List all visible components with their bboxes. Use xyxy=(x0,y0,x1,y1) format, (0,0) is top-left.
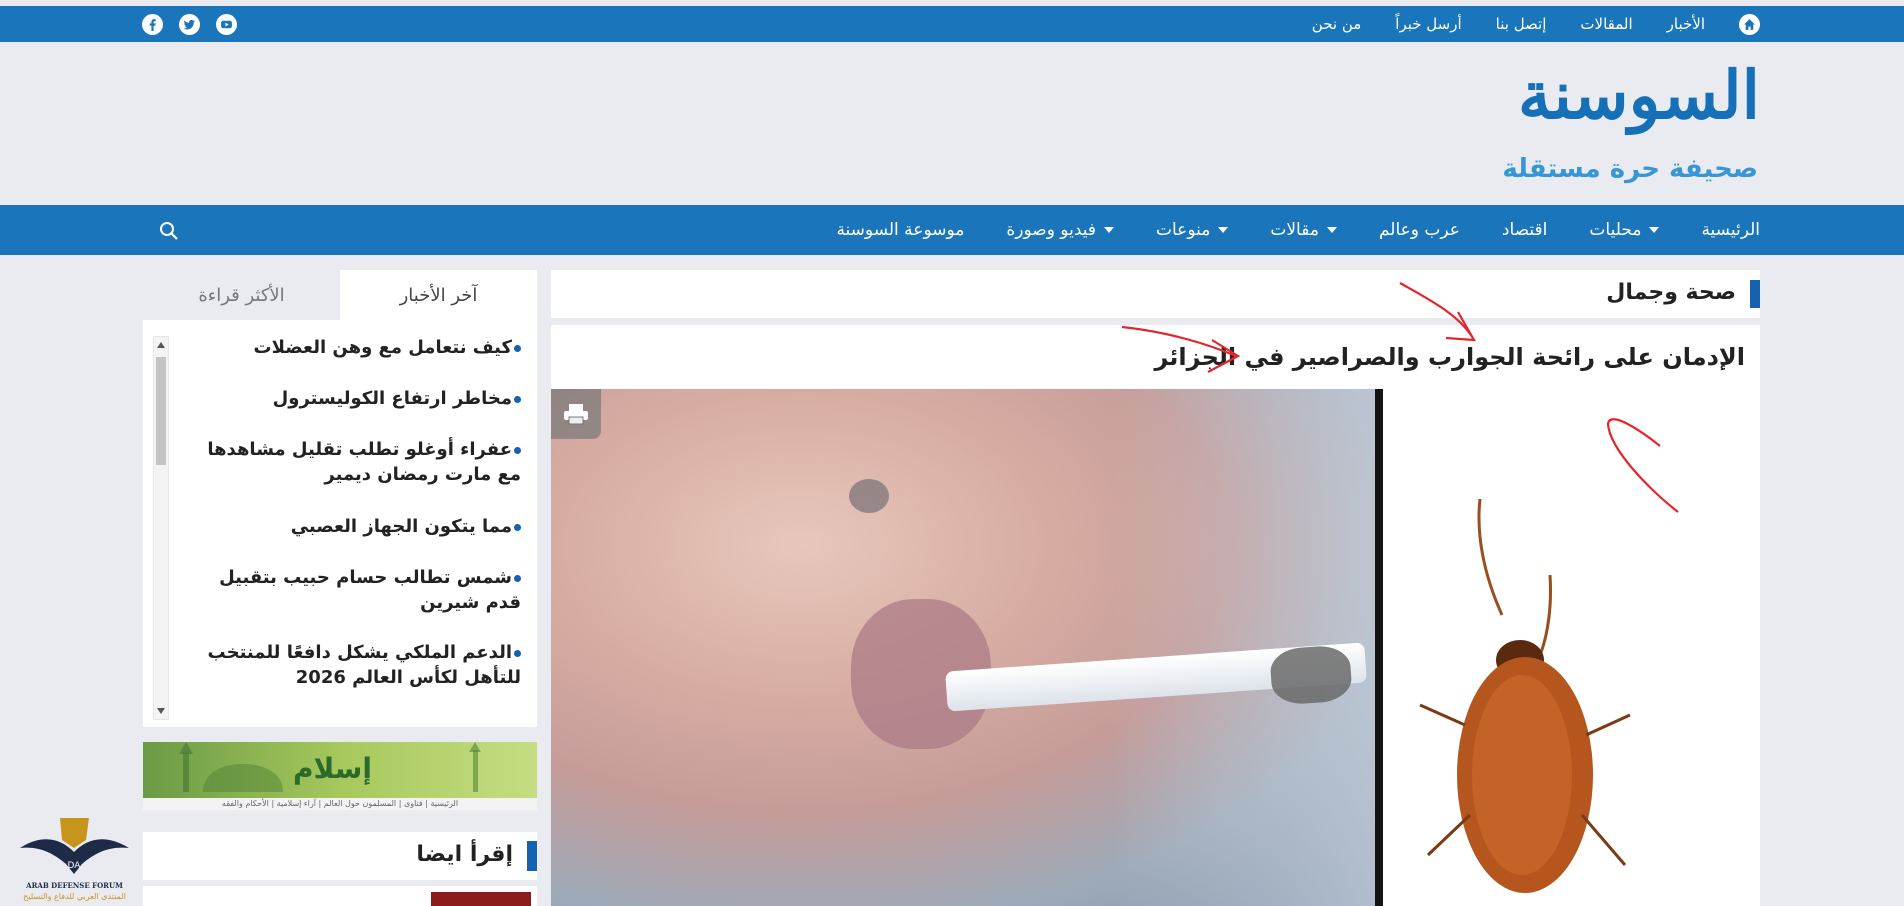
section-accent-bar xyxy=(1750,280,1760,308)
read-also-item[interactable] xyxy=(143,886,537,906)
chevron-down-icon xyxy=(1649,227,1660,233)
photo-edge xyxy=(1375,389,1383,906)
section-header: صحة وجمال xyxy=(551,270,1760,318)
section-title[interactable]: صحة وجمال xyxy=(1606,280,1736,305)
news-scrollbar[interactable] xyxy=(153,336,169,720)
bullet-icon xyxy=(514,395,521,403)
cockroach-image xyxy=(1419,498,1631,893)
banner-title: إسلام xyxy=(293,752,372,785)
top-nav-news[interactable]: الأخبار xyxy=(1667,15,1705,33)
facebook-icon[interactable] xyxy=(142,13,163,35)
chevron-down-icon xyxy=(1326,227,1337,233)
nav-item-world[interactable]: عرب وعالم xyxy=(1379,220,1460,240)
latest-news-list: كيف نتعامل مع وهن العضلات مخاطر ارتفاع ا… xyxy=(143,320,537,727)
banner-menu: الرئيسية | فتاوى | المسلمون حول العالم |… xyxy=(143,798,537,810)
chevron-down-icon xyxy=(1218,227,1229,233)
scroll-up-icon[interactable] xyxy=(157,342,165,348)
news-item[interactable]: الدعم الملكي يشكل دافعًا للمنتخب للتأهل … xyxy=(181,640,521,690)
bullet-icon xyxy=(514,649,521,657)
tab-most-read[interactable]: الأكثر قراءة xyxy=(143,270,340,320)
top-nav-send-news[interactable]: أرسل خبراً xyxy=(1395,15,1461,33)
bullet-icon xyxy=(514,523,521,531)
bullet-icon xyxy=(514,344,521,352)
news-item[interactable]: عفراء أوغلو تطلب تقليل مشاهدها مع مارت ر… xyxy=(181,437,521,487)
twitter-icon[interactable] xyxy=(179,13,200,35)
site-logo[interactable]: السوسنة صحيفة حرة مستقلة xyxy=(1502,54,1760,190)
eagle-logo-icon: DA xyxy=(20,818,129,874)
read-also-title: إقرأ ايضا xyxy=(416,842,513,867)
sidebar-tabs: آخر الأخبار الأكثر قراءة xyxy=(143,270,537,320)
nostril-shape xyxy=(849,479,889,513)
main-nav: الرئيسية محليات اقتصاد عرب وعالم مقالات … xyxy=(0,205,1904,255)
bullet-icon xyxy=(514,446,521,454)
chevron-down-icon xyxy=(1104,227,1114,233)
nav-item-video[interactable]: فيديو وصورة xyxy=(1006,220,1114,240)
social-links xyxy=(142,6,237,42)
forum-watermark: DA ARAB DEFENSE FORUM المنتدى العربي للد… xyxy=(12,808,137,906)
nav-item-articles[interactable]: مقالات xyxy=(1270,220,1337,240)
forum-name-arabic: المنتدى العربي للدفاع والتسليح xyxy=(23,892,126,901)
top-nav-articles[interactable]: المقالات xyxy=(1580,15,1632,33)
top-nav: الأخبار المقالات إتصل بنا أرسل خبراً من … xyxy=(1312,6,1760,42)
nav-item-local[interactable]: محليات xyxy=(1589,220,1660,240)
scroll-down-icon[interactable] xyxy=(157,708,165,714)
bullet-icon xyxy=(514,574,521,582)
article-title: الإدمان على رائحة الجوارب والصراصير في ا… xyxy=(1154,343,1745,371)
top-nav-about[interactable]: من نحن xyxy=(1312,15,1362,33)
search-icon[interactable] xyxy=(157,219,181,243)
read-also-header: إقرأ ايضا xyxy=(143,832,537,880)
printer-icon xyxy=(564,404,588,425)
top-bar: الأخبار المقالات إتصل بنا أرسل خبراً من … xyxy=(0,6,1904,42)
news-item[interactable]: مخاطر ارتفاع الكوليسترول xyxy=(181,386,521,411)
logo-name: السوسنة xyxy=(1517,56,1760,134)
read-also-thumbnail xyxy=(431,892,531,906)
home-icon[interactable] xyxy=(1739,13,1760,35)
news-item[interactable]: كيف نتعامل مع وهن العضلات xyxy=(181,335,521,360)
article-photo xyxy=(551,389,1383,906)
nav-item-misc[interactable]: منوعات xyxy=(1156,220,1229,240)
islam-banner-ad[interactable]: إسلام الرئيسية | فتاوى | المسلمون حول ال… xyxy=(143,742,537,810)
tab-latest-news[interactable]: آخر الأخبار xyxy=(340,270,537,320)
svg-text:DA: DA xyxy=(68,861,82,871)
youtube-icon[interactable] xyxy=(216,13,237,35)
print-button[interactable] xyxy=(551,389,601,439)
forum-name: ARAB DEFENSE FORUM xyxy=(26,881,123,890)
top-nav-contact[interactable]: إتصل بنا xyxy=(1496,15,1547,33)
nav-item-home[interactable]: الرئيسية xyxy=(1701,220,1760,240)
nav-item-encyclopedia[interactable]: موسوعة السوسنة xyxy=(836,220,964,240)
logo-tagline: صحيفة حرة مستقلة xyxy=(1502,154,1758,184)
news-item[interactable]: شمس تطالب حسام حبيب بتقبيل قدم شيرين xyxy=(181,565,521,615)
scroll-thumb[interactable] xyxy=(156,357,166,465)
nav-item-economy[interactable]: اقتصاد xyxy=(1502,220,1547,240)
news-item[interactable]: مما يتكون الجهاز العصبي xyxy=(181,514,521,539)
read-also-accent-bar xyxy=(527,841,537,871)
